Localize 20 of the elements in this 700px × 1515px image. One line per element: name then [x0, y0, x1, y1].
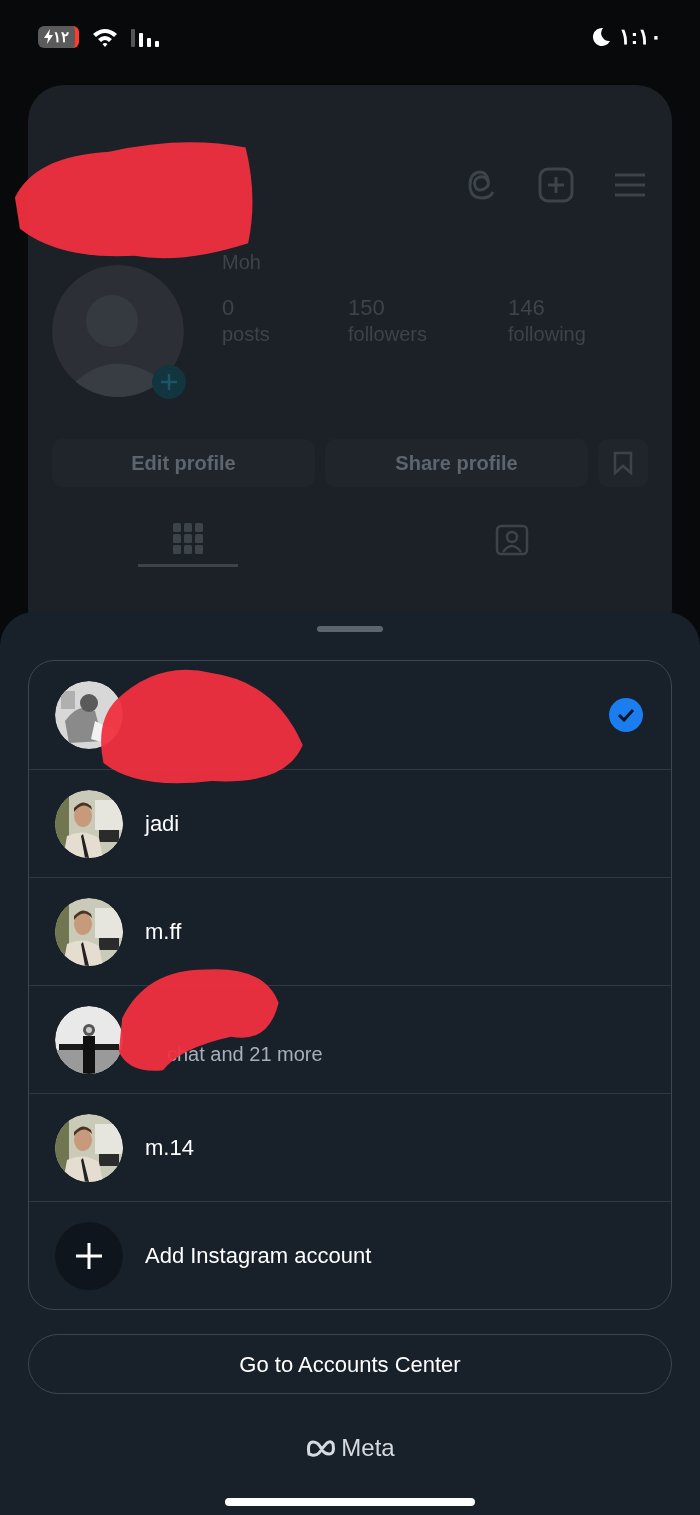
bolt-icon [44, 29, 53, 44]
signal-icon [131, 26, 161, 47]
brand-name: Meta [341, 1433, 395, 1463]
add-account-label: Add Instagram account [145, 1242, 372, 1270]
account-name: m.14 [145, 1134, 195, 1162]
account-name: m.ff [145, 918, 183, 946]
grid-icon [173, 522, 203, 555]
drag-handle[interactable] [317, 626, 383, 632]
infinity-logo-icon [305, 1438, 338, 1458]
add-account-row[interactable]: Add Instagram account [29, 1201, 671, 1309]
new-post-icon [538, 167, 574, 203]
clock-time: ١:١٠ [618, 23, 662, 51]
bookmark-icon [613, 451, 633, 475]
moon-icon [590, 26, 611, 47]
battery-level: ١٢ [53, 29, 69, 44]
add-story-icon [152, 365, 186, 399]
account-name: jadi [145, 810, 181, 838]
bookmark-button[interactable] [598, 439, 648, 487]
account-row[interactable]: m.14 [29, 1093, 671, 1201]
menu-icon [614, 172, 646, 198]
